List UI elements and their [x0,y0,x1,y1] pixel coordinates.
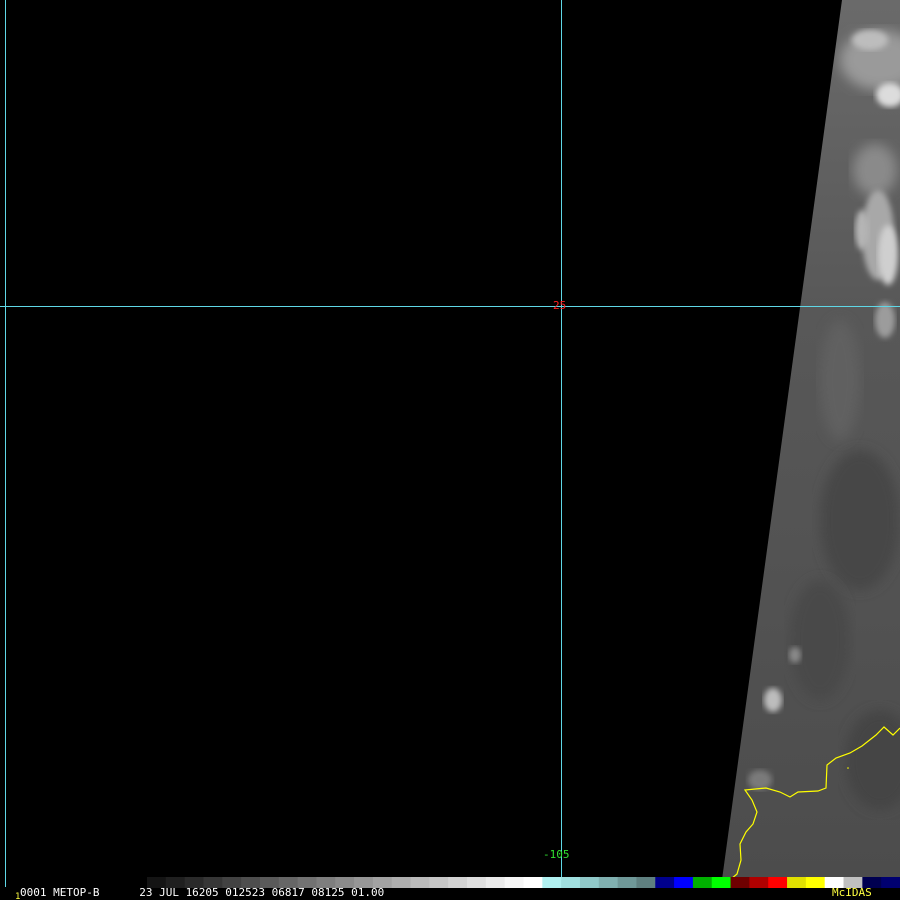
color-bar-swatch [805,877,826,888]
color-bar-swatch [617,877,637,888]
color-bar-swatch [504,877,524,888]
color-bar-swatch [730,877,750,888]
longitude-label: -105 [543,848,570,861]
color-bar-swatch [655,877,675,888]
image-caption: 0001 METOP-B 23 JUL 16205 012523 06817 0… [20,886,385,899]
color-bar-swatch [561,877,581,888]
color-bar-swatch [674,877,694,888]
color-bar-swatch [523,877,543,888]
satellite-image-frame: 25 -105 1 0001 METOP-B 23 JUL 16205 0125… [0,0,900,900]
color-bar-swatch [579,877,600,888]
color-bar-swatch [467,877,487,888]
color-bar-swatch [711,877,732,888]
color-bar-swatch [768,877,788,888]
color-bar-swatch [692,877,713,888]
color-bar-swatch [429,877,449,888]
color-bar-swatch [391,877,412,888]
satellite-swath [721,0,900,887]
color-bar-swatch [787,877,807,888]
color-bar-swatch [410,877,430,888]
color-bar-swatch [749,877,769,888]
color-bar-swatch [598,877,619,888]
color-bar-swatch [448,877,468,888]
latitude-label: 25 [553,299,567,312]
color-bar-swatch [485,877,506,888]
mcidas-brand: McIDAS [832,886,872,899]
color-bar-swatch [542,877,562,888]
color-bar-swatch [636,877,656,888]
color-bar-swatch [881,877,900,888]
coastline-island [847,767,849,769]
satellite-imagery [0,0,900,888]
